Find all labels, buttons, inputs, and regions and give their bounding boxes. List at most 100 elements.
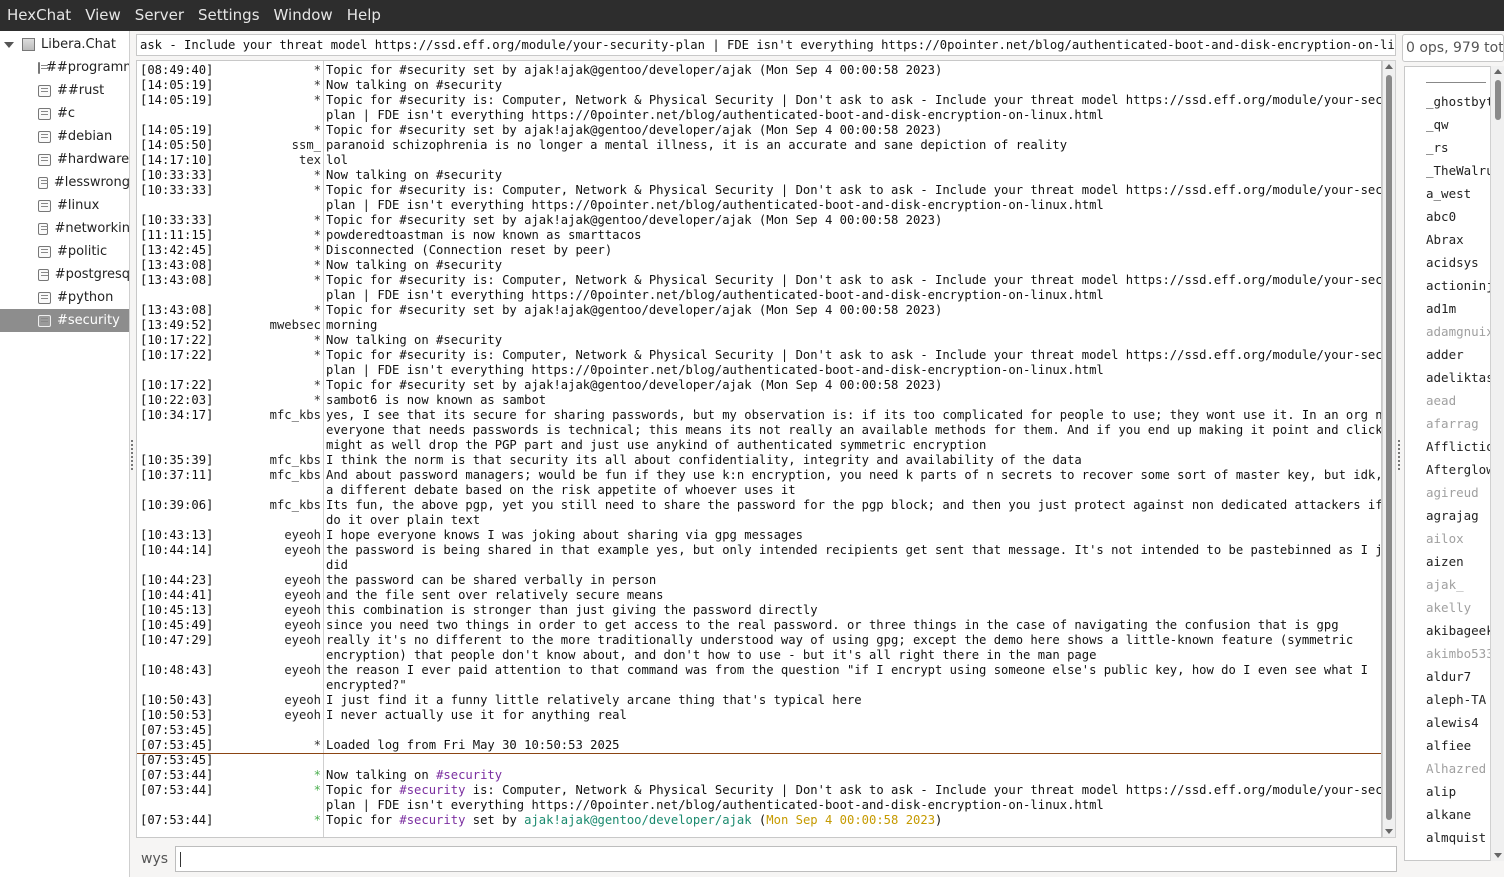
message-text: powderedtoastman is now known as smartta… (326, 228, 642, 243)
expander-arrow-icon[interactable] (4, 41, 14, 48)
chat-line: [14:05:19] * Topic for #security set by aj… (137, 123, 1381, 138)
tree-channel-c[interactable]: #c (0, 102, 129, 125)
user-item[interactable]: agireud (1426, 483, 1479, 503)
nick-label[interactable]: mfc_kbs (270, 498, 321, 513)
scroll-thumb[interactable] (1495, 80, 1501, 120)
nick-label[interactable]: eyeoh (284, 663, 321, 678)
user-item[interactable]: Alhazred (1426, 759, 1486, 779)
tree-channel-programm[interactable]: ##programm (0, 56, 129, 79)
message-body: a different debate based on the risk app… (326, 483, 796, 497)
menu-item-view[interactable]: View (78, 0, 128, 31)
nick-label[interactable]: mwebsec (270, 318, 321, 333)
menu-item-window[interactable]: Window (267, 0, 340, 31)
user-item[interactable]: adder (1426, 345, 1464, 365)
user-item[interactable]: Afflictio (1426, 437, 1494, 457)
user-item[interactable]: alfiee (1426, 736, 1471, 756)
nick-label[interactable]: eyeoh (284, 573, 321, 588)
user-item[interactable]: actioninj (1426, 276, 1494, 296)
channel-link[interactable]: #security (436, 768, 502, 782)
nick-label[interactable]: ssm_ (292, 138, 321, 153)
user-item[interactable]: akibageek (1426, 621, 1494, 641)
user-item[interactable]: akimbo533 (1426, 644, 1494, 664)
menu-item-help[interactable]: Help (340, 0, 388, 31)
channel-link[interactable]: #security (399, 783, 465, 797)
tree-channel-linux[interactable]: #linux (0, 194, 129, 217)
message-input[interactable] (175, 846, 1397, 872)
nick-label[interactable]: eyeoh (284, 603, 321, 618)
nick-label: * (313, 183, 321, 197)
user-item[interactable]: afarrag (1426, 414, 1479, 434)
channel-icon (38, 130, 51, 143)
tree-channel-rust[interactable]: ##rust (0, 79, 129, 102)
user-item[interactable]: almquist (1426, 828, 1486, 848)
pane-grip-left[interactable] (131, 440, 133, 470)
tree-server-label: Libera.Chat (41, 37, 116, 52)
scroll-thumb[interactable] (1386, 75, 1392, 820)
nick-label[interactable]: eyeoh (284, 618, 321, 633)
channel-link[interactable]: #security (399, 813, 465, 827)
user-item[interactable]: alip (1426, 782, 1456, 802)
user-item[interactable]: _ghostbyt (1426, 92, 1494, 112)
chat-line: [07:53:45] (137, 753, 1381, 768)
nick-label[interactable]: eyeoh (284, 543, 321, 558)
tree-server-libera[interactable]: Libera.Chat (0, 33, 129, 56)
user-item[interactable]: ailox (1426, 529, 1464, 549)
nick-label[interactable]: mfc_kbs (270, 408, 321, 423)
user-item[interactable]: alkane (1426, 805, 1471, 825)
channel-icon (38, 61, 48, 74)
user-item[interactable]: a_west (1426, 184, 1471, 204)
nick-label[interactable]: eyeoh (284, 588, 321, 603)
menu-item-hexchat[interactable]: HexChat (0, 0, 78, 31)
user-item[interactable]: acidsys (1426, 253, 1479, 273)
timestamp: [10:44:41] (140, 588, 214, 602)
user-item[interactable]: Abrax (1426, 230, 1464, 250)
tree-channel-debian[interactable]: #debian (0, 125, 129, 148)
scroll-down-icon[interactable] (1385, 829, 1393, 834)
user-item[interactable]: abc0 (1426, 207, 1456, 227)
timestamp: [07:53:44] (140, 813, 214, 827)
user-list-divider (1426, 82, 1486, 83)
user-item[interactable]: adeliktas (1426, 368, 1494, 388)
user-item[interactable]: aldur7 (1426, 667, 1471, 687)
user-item[interactable]: alewis4 (1426, 713, 1479, 733)
topic-field[interactable]: ask - Include your threat model https://… (136, 34, 1396, 56)
user-item[interactable]: ajak_ (1426, 575, 1464, 595)
tree-channel-postgresq[interactable]: #postgresq (0, 263, 129, 286)
user-item[interactable]: akelly (1426, 598, 1471, 618)
user-item[interactable]: _TheWalru (1426, 161, 1494, 181)
user-item[interactable]: _rs (1426, 138, 1449, 158)
tree-channel-security[interactable]: #security (0, 309, 129, 332)
nick-label[interactable]: eyeoh (284, 693, 321, 708)
nick-label: * (313, 63, 321, 77)
chat-scrollbar[interactable] (1382, 60, 1396, 838)
tree-channel-lesswrong[interactable]: #lesswrong (0, 171, 129, 194)
scroll-up-icon[interactable] (1385, 64, 1393, 69)
user-item[interactable]: ad1m (1426, 299, 1456, 319)
scroll-down-icon[interactable] (1494, 853, 1502, 858)
pane-grip-right[interactable] (1398, 440, 1400, 470)
scroll-up-icon[interactable] (1494, 69, 1502, 74)
user-item[interactable]: aead (1426, 391, 1456, 411)
nick-label[interactable]: eyeoh (284, 708, 321, 723)
user-item[interactable]: agrajag (1426, 506, 1479, 526)
user-item[interactable]: _qw (1426, 115, 1449, 135)
nick-label[interactable]: eyeoh (284, 528, 321, 543)
menu-item-server[interactable]: Server (128, 0, 191, 31)
tree-channel-hardware[interactable]: #hardware (0, 148, 129, 171)
user-item[interactable]: Afterglow (1426, 460, 1494, 480)
tree-channel-politic[interactable]: #politic (0, 240, 129, 263)
message-body: everyone that needs passwords is technic… (326, 423, 1382, 437)
nick-label[interactable]: mfc_kbs (270, 453, 321, 468)
nick-label[interactable]: mfc_kbs (270, 468, 321, 483)
chat-line: [14:17:10] tex lol (137, 153, 1381, 168)
nick-label[interactable]: tex (299, 153, 321, 168)
nick-label[interactable]: eyeoh (284, 633, 321, 648)
tree-channel-python[interactable]: #python (0, 286, 129, 309)
tree-channel-networkin[interactable]: #networkin (0, 217, 129, 240)
menu-item-settings[interactable]: Settings (191, 0, 267, 31)
user-item[interactable]: aleph-TA (1426, 690, 1486, 710)
nick-button[interactable]: wys (134, 848, 174, 870)
user-item[interactable]: aizen (1426, 552, 1464, 572)
user-item[interactable]: adamgnuix (1426, 322, 1494, 342)
user-list-scrollbar[interactable] (1490, 66, 1504, 861)
